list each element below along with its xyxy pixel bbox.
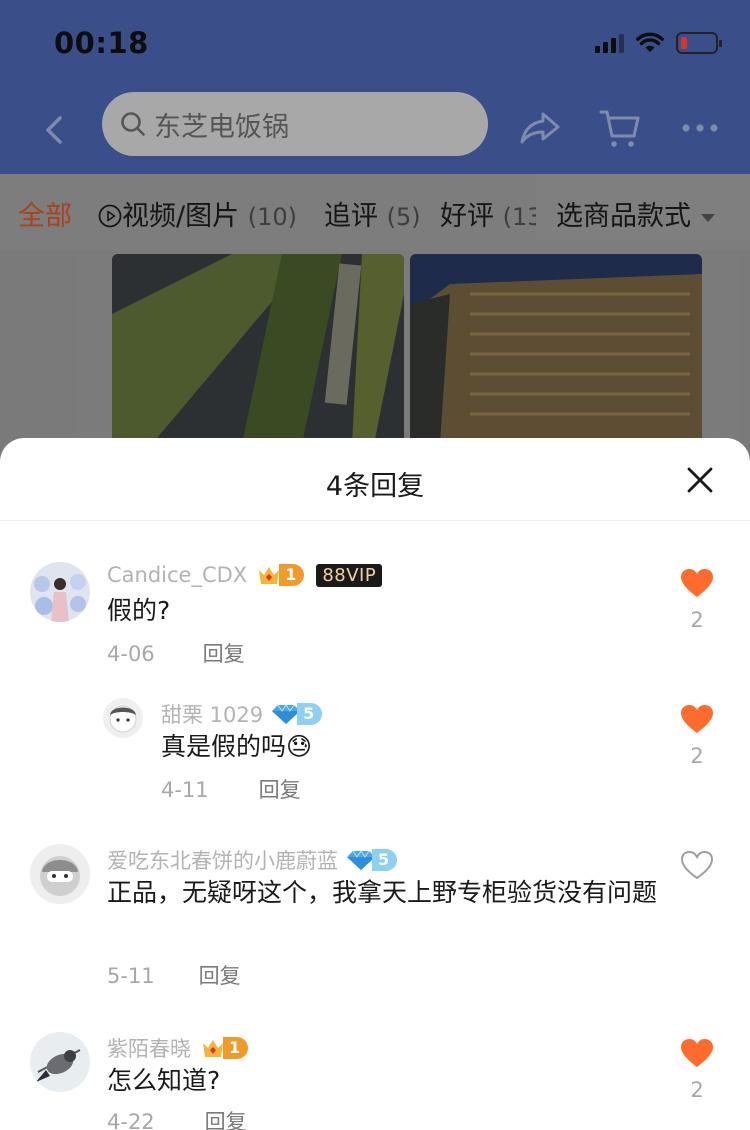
comment-meta: 5-11 回复 [107,960,241,990]
status-time: 00:18 [54,26,149,60]
comment-meta: 4-11 回复 [161,774,301,804]
filter-tab-followup[interactable]: 追评 (5) [324,194,421,233]
comment-text: 真是假的吗😓 [161,732,313,761]
reply-button[interactable]: 回复 [203,642,245,666]
like-count: 2 [690,608,704,632]
reply-sheet: 4条回复 Candice_CDX 1 88VIP 假的? 4-06 回复 2 甜… [0,438,750,1130]
more-icon[interactable] [680,120,720,136]
reply-button[interactable]: 回复 [259,778,301,802]
comment-item: 爱吃东北春饼的小鹿蔚蓝 5 正品，无疑呀这个，我拿天上野专柜验货没有问题 5-1… [0,832,750,992]
comment-item: Candice_CDX 1 88VIP 假的? 4-06 回复 2 [0,550,750,670]
back-icon[interactable] [36,110,76,150]
avatar[interactable] [30,844,90,904]
comment-username-row: 甜栗 1029 5 [161,699,323,729]
status-bar: 00:18 [0,0,750,88]
like-button[interactable]: 2 [677,1038,717,1102]
review-gallery [76,250,740,450]
vip-badge: 88VIP [316,563,383,587]
caret-down-icon [701,213,715,222]
heart-outline-icon [680,850,714,880]
avatar[interactable] [103,698,143,738]
comment-text: 正品，无疑呀这个，我拿天上野专柜验货没有问题 [107,878,658,907]
heart-filled-icon [681,1039,713,1067]
search-query: 东芝电饭锅 [154,111,289,143]
like-button[interactable]: 2 [677,568,717,632]
review-photo-mat[interactable] [410,254,702,444]
comment-username-row: 爱吃东北春饼的小鹿蔚蓝 5 [107,845,398,875]
comment-username-row: Candice_CDX 1 88VIP [107,563,383,587]
status-icons [595,32,722,54]
product-style-select[interactable]: 选商品款式 [536,174,750,240]
share-icon[interactable] [518,106,562,150]
comment-date: 5-11 [107,964,155,988]
sheet-title: 4条回复 [325,471,425,502]
nav-bar: 东芝电饭锅 [0,88,750,174]
review-filter-bar: 全部 视频/图片 (10) 追评 (5) 好评 (133 选商品款式 [0,174,750,250]
like-button[interactable] [677,850,717,890]
comment-item-reply: 甜栗 1029 5 真是假的吗😓 4-11 回复 2 [0,690,750,810]
filter-tab-media[interactable]: 视频/图片 (10) [98,194,297,233]
crown-icon [203,1040,223,1057]
battery-icon [676,32,722,54]
comment-text: 假的? [107,596,171,625]
cart-icon[interactable] [598,106,642,150]
sweat-emoji-icon: 😓 [286,732,313,761]
heart-filled-icon [681,569,713,597]
like-button[interactable]: 2 [677,704,717,768]
search-bar[interactable]: 东芝电饭锅 [102,92,488,156]
reply-button[interactable]: 回复 [199,964,241,988]
like-count: 2 [690,744,704,768]
search-icon [121,112,145,136]
play-icon [98,204,122,228]
member-level-badge: 1 [257,563,305,587]
wifi-icon [636,32,664,52]
comment-meta: 4-22 回复 [107,1106,247,1130]
review-photo-box[interactable] [112,254,404,444]
comment-meta: 4-06 回复 [107,638,245,668]
close-icon[interactable] [686,466,714,494]
avatar[interactable] [30,562,90,622]
comment-username[interactable]: Candice_CDX [107,563,247,587]
comment-username[interactable]: 紫陌春晓 [107,1033,191,1063]
member-level-badge: 1 [201,1036,249,1060]
member-level-badge: 5 [271,703,323,725]
comment-username[interactable]: 爱吃东北春饼的小鹿蔚蓝 [107,845,338,875]
avatar[interactable] [30,1032,90,1092]
reply-button[interactable]: 回复 [205,1110,247,1130]
sheet-header: 4条回复 [0,438,750,521]
comment-text: 怎么知道? [107,1066,221,1095]
comment-item: 紫陌春晓 1 怎么知道? 4-22 回复 2 [0,1020,750,1130]
comment-date: 4-06 [107,642,155,666]
member-level-badge: 5 [346,849,398,871]
comment-username[interactable]: 甜栗 1029 [161,699,263,729]
like-count: 2 [690,1078,704,1102]
comment-date: 4-22 [107,1110,155,1130]
comment-date: 4-11 [161,778,209,802]
comment-username-row: 紫陌春晓 1 [107,1033,249,1063]
filter-tab-all[interactable]: 全部 [18,194,72,233]
cellular-signal-icon [595,33,624,53]
crown-icon [259,567,280,584]
heart-filled-icon [681,705,713,733]
